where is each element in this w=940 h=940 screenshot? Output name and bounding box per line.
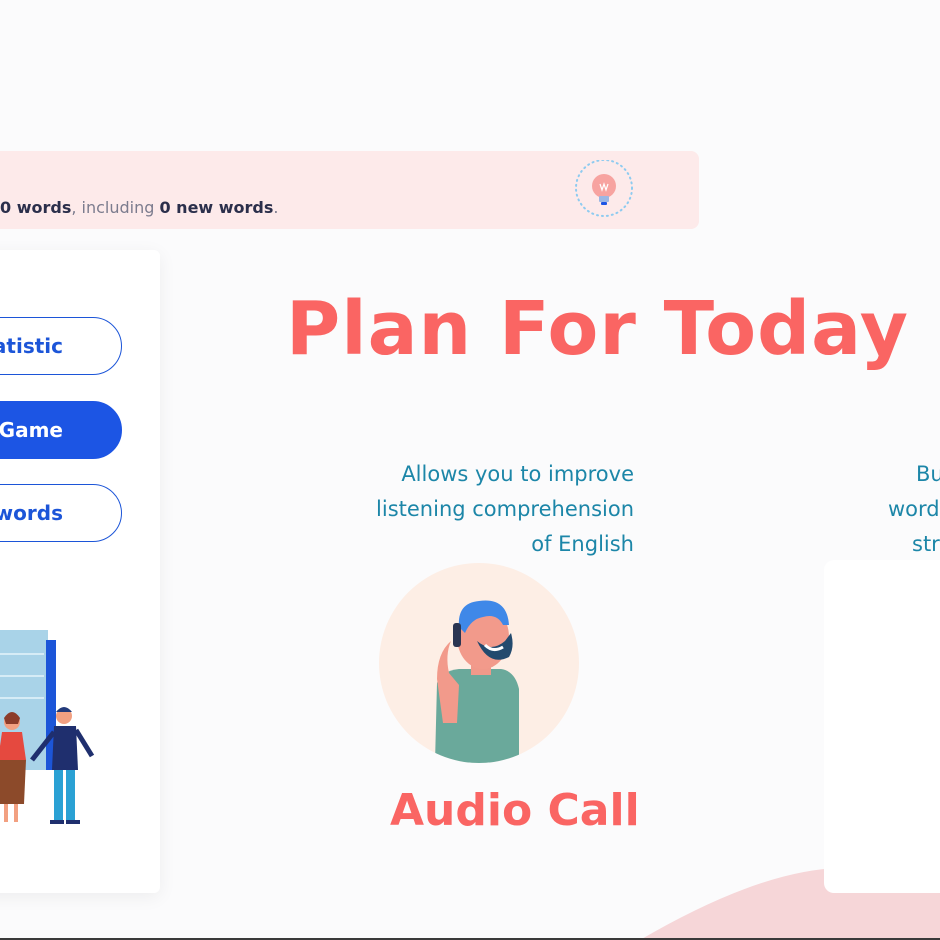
learning-words-button[interactable]: Learning words <box>0 484 122 542</box>
main-game-button[interactable]: Main Game <box>0 401 122 459</box>
banner-including: , including <box>71 198 160 217</box>
banner-text: 0 words, including 0 new words. <box>0 198 279 217</box>
description-line: listening comprehension <box>376 497 634 521</box>
banner-new-word-count: 0 new words <box>159 198 274 217</box>
lightbulb-icon <box>575 160 633 217</box>
man-on-phone-icon[interactable] <box>379 563 579 763</box>
description-line: of English <box>531 532 634 556</box>
next-game-card[interactable] <box>824 560 940 893</box>
statistic-button[interactable]: Statistic <box>0 317 122 375</box>
decorative-hill <box>0 867 940 940</box>
description-line: Allows you to improve <box>401 462 634 486</box>
page-title: Plan For Today <box>286 286 909 372</box>
description-line: word <box>888 497 940 521</box>
progress-banner: 0 words, including 0 new words. <box>0 151 699 229</box>
banner-word-count: 0 words <box>0 198 72 217</box>
audio-call-description: Allows you to improve listening comprehe… <box>300 457 634 562</box>
next-game-description: Bu word str <box>860 457 940 562</box>
description-line: Bu <box>916 462 940 486</box>
people-city-illustration <box>0 630 95 824</box>
banner-period: . <box>273 198 279 217</box>
audio-call-title[interactable]: Audio Call <box>390 785 640 836</box>
description-line: str <box>912 532 940 556</box>
sidebar-card: Statistic Main Game Learning words <box>0 250 160 893</box>
